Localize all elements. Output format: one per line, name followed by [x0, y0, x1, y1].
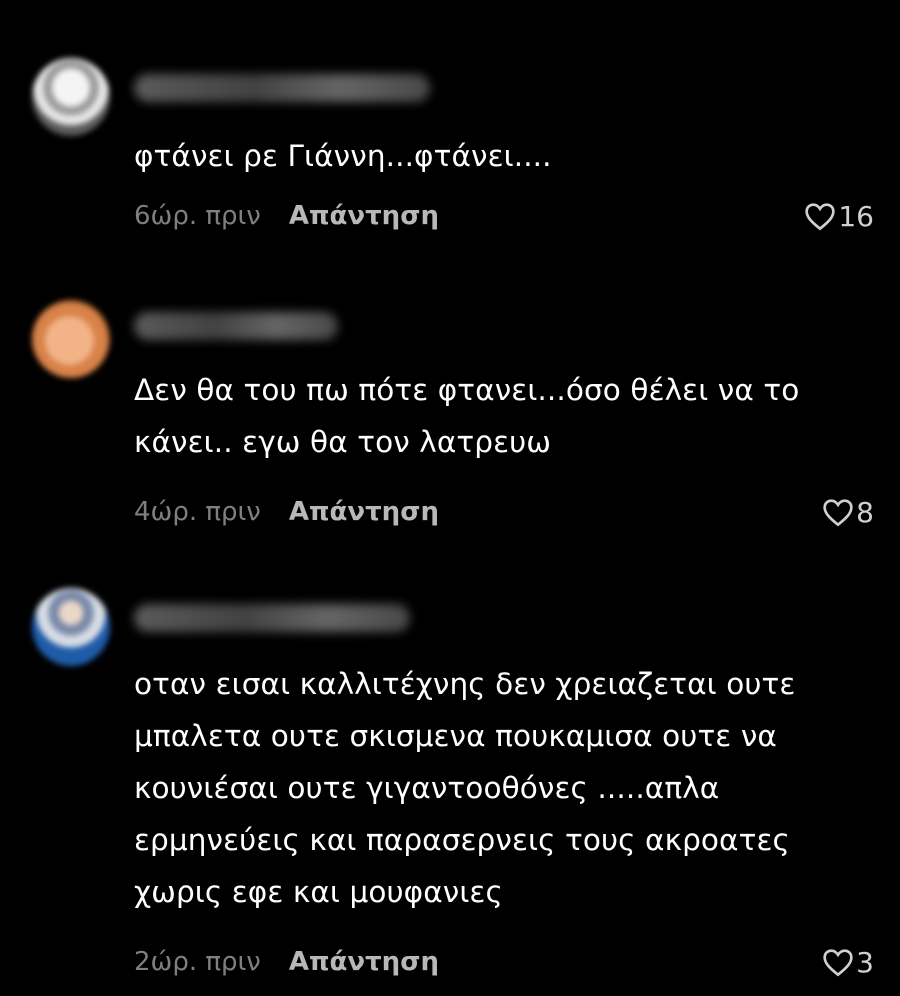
comment-text-line: κουνιέσαι ουτε γιγαντοοθόνες .....απλα	[134, 771, 720, 805]
username-blurred[interactable]	[134, 74, 430, 102]
avatar[interactable]	[32, 588, 110, 666]
comment-meta: 6ώρ. πριν Απάντηση 16	[134, 196, 874, 236]
comment-text-line: χωρις εφε και μουφανιες	[134, 875, 503, 909]
comment-text-line: φτάνει ρε Γιάννη...φτάνει....	[134, 139, 552, 173]
comment-text-line: μπαλετα ουτε σκισμενα πουκαμισα ουτε να	[134, 719, 777, 753]
comment-meta: 4ώρ. πριν Απάντηση 8	[134, 492, 874, 532]
comment-text: οταν εισαι καλλιτέχνης δεν χρειαζεται ου…	[134, 658, 874, 918]
heart-outline-icon	[823, 499, 853, 527]
reply-button[interactable]: Απάντηση	[289, 497, 439, 527]
like-count: 3	[856, 945, 874, 979]
timestamp: 4ώρ. πριν	[134, 497, 261, 527]
reply-button[interactable]: Απάντηση	[289, 201, 439, 231]
comment-text-line: κάνει.. εγω θα τον λατρευω	[134, 425, 552, 459]
like-count: 16	[838, 199, 874, 233]
timestamp: 2ώρ. πριν	[134, 947, 261, 977]
avatar[interactable]	[32, 58, 110, 136]
heart-outline-icon	[805, 203, 836, 231]
like-button[interactable]: 3	[822, 946, 874, 979]
comment-text-line: οταν εισαι καλλιτέχνης δεν χρειαζεται ου…	[134, 667, 796, 701]
comment-text-line: ερμηνεύεις και παρασερνεις τους ακροατες	[134, 823, 790, 857]
avatar[interactable]	[32, 300, 110, 378]
like-button[interactable]: 16	[804, 200, 874, 233]
timestamp: 6ώρ. πριν	[134, 201, 261, 231]
comment-meta: 2ώρ. πριν Απάντηση 3	[134, 942, 874, 982]
comment-list: φτάνει ρε Γιάννη...φτάνει.... 6ώρ. πριν …	[0, 0, 900, 996]
like-button[interactable]: 8	[822, 496, 874, 529]
like-count: 8	[856, 495, 874, 529]
username-blurred[interactable]	[134, 312, 338, 340]
comment-text-line: Δεν θα του πω πότε φτανει...όσο θέλει να…	[134, 373, 800, 407]
reply-button[interactable]: Απάντηση	[289, 947, 439, 977]
username-blurred[interactable]	[134, 604, 410, 632]
comment-text: Δεν θα του πω πότε φτανει...όσο θέλει να…	[134, 364, 874, 468]
heart-outline-icon	[823, 949, 853, 977]
comment-text: φτάνει ρε Γιάννη...φτάνει....	[134, 130, 874, 182]
